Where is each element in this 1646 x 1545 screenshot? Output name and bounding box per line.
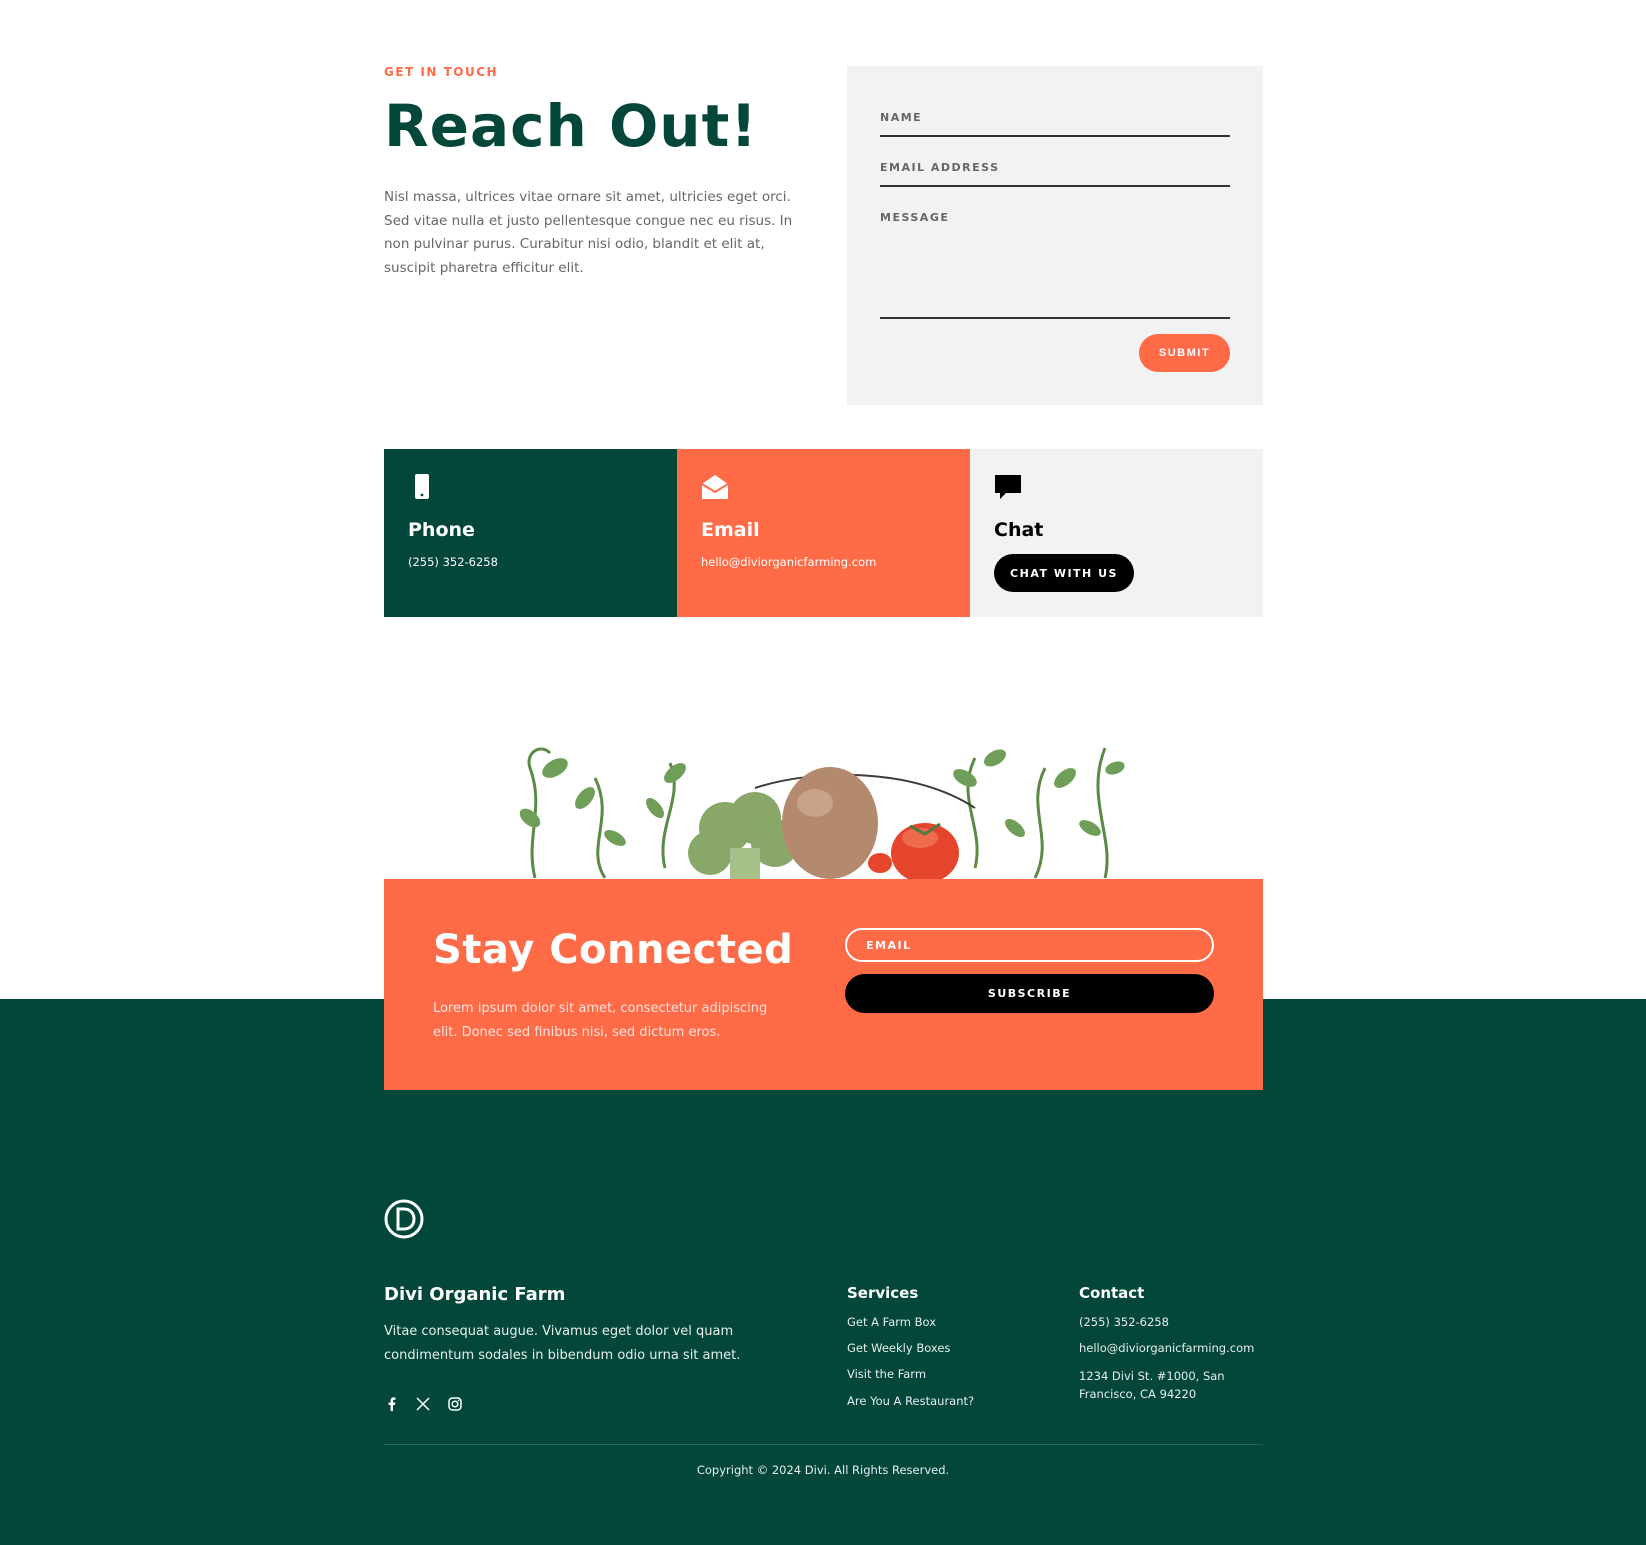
footer-contact-phone[interactable]: (255) 352-6258 (1079, 1315, 1169, 1329)
email-field-underline (880, 185, 1230, 187)
email-card: Email hello@diviorganicfarming.com (677, 449, 970, 617)
copyright-text: Copyright © 2024 Divi. All Rights Reserv… (696, 1463, 950, 1477)
newsletter-box: Stay Connected Lorem ipsum dolor sit ame… (384, 879, 1263, 1090)
subscribe-button[interactable]: SUBSCRIBE (845, 974, 1214, 1013)
phone-card: Phone (255) 352-6258 (384, 449, 677, 617)
section-eyebrow: GET IN TOUCH (384, 65, 499, 79)
page-title: Reach Out! (384, 92, 758, 160)
email-address-link[interactable]: hello@diviorganicfarming.com (701, 555, 876, 569)
submit-button[interactable]: SUBMIT (1139, 334, 1230, 372)
instagram-icon[interactable] (447, 1396, 463, 1412)
footer-link-visit-farm[interactable]: Visit the Farm (847, 1367, 926, 1381)
footer-contact-address: 1234 Divi St. #1000, San Francisco, CA 9… (1079, 1369, 1225, 1401)
message-field[interactable]: MESSAGE (880, 211, 949, 224)
footer-link-weekly-boxes[interactable]: Get Weekly Boxes (847, 1341, 950, 1355)
footer-link-farm-box[interactable]: Get A Farm Box (847, 1315, 936, 1329)
email-card-title: Email (701, 519, 760, 541)
divi-logo[interactable] (384, 1199, 424, 1239)
footer-contact-email[interactable]: hello@diviorganicfarming.com (1079, 1341, 1254, 1355)
email-field[interactable]: EMAIL ADDRESS (880, 161, 1000, 174)
intro-text: Nisl massa, ultrices vitae ornare sit am… (384, 189, 793, 276)
chat-bubble-icon (995, 475, 1021, 499)
envelope-open-icon (701, 475, 729, 499)
chat-with-us-button[interactable]: CHAT WITH US (994, 554, 1134, 592)
footer-divider (384, 1444, 1263, 1445)
vegetables-illustration (519, 747, 1125, 880)
footer-brand-text: Vitae consequat augue. Vivamus eget dolo… (384, 1324, 741, 1363)
chat-card-title: Chat (994, 519, 1044, 541)
contact-heading: Contact (1079, 1284, 1145, 1302)
phone-card-title: Phone (408, 519, 475, 541)
chat-card: Chat CHAT WITH US (970, 449, 1263, 617)
services-heading: Services (847, 1284, 919, 1302)
name-field-underline (880, 135, 1230, 137)
contact-form: NAME EMAIL ADDRESS MESSAGE SUBMIT (847, 66, 1263, 405)
newsletter-email-input[interactable]: EMAIL (845, 928, 1214, 962)
footer-brand-name: Divi Organic Farm (384, 1284, 566, 1305)
x-twitter-icon[interactable] (415, 1396, 431, 1412)
newsletter-text: Lorem ipsum dolor sit amet, consectetur … (433, 1001, 768, 1040)
footer-link-restaurant[interactable]: Are You A Restaurant? (847, 1394, 974, 1408)
phone-number[interactable]: (255) 352-6258 (408, 555, 498, 569)
message-field-underline (880, 317, 1230, 319)
name-field[interactable]: NAME (880, 111, 922, 124)
newsletter-title: Stay Connected (433, 927, 794, 973)
facebook-icon[interactable] (384, 1396, 400, 1412)
phone-icon (415, 474, 429, 499)
